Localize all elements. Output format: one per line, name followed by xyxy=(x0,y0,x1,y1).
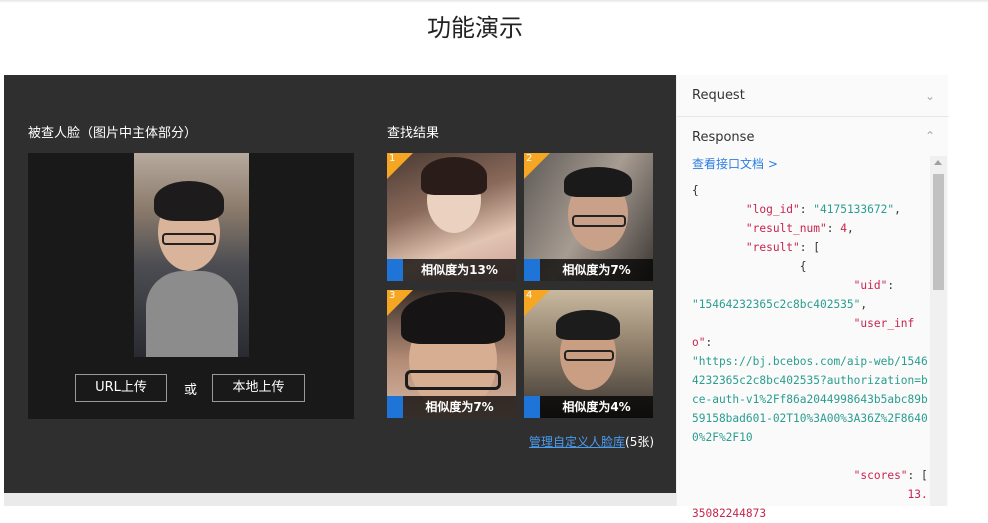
demo-footer xyxy=(4,493,676,506)
response-json: { "log_id": "4175133672", "result_num": … xyxy=(692,184,928,520)
json-key: "result" xyxy=(745,241,800,254)
scroll-up-icon[interactable] xyxy=(934,160,942,165)
similarity-indicator xyxy=(524,259,540,281)
glasses-shape xyxy=(572,215,626,227)
request-accordion[interactable]: Request ⌄ xyxy=(677,75,949,117)
rank-badge: 3 xyxy=(387,290,413,316)
query-photo xyxy=(134,153,249,357)
similarity-bar: 相似度为13% xyxy=(387,259,516,281)
face-count: (5张) xyxy=(625,435,655,449)
manage-face-library: 管理自定义人脸库(5张) xyxy=(529,433,654,450)
response-scrollbar[interactable] xyxy=(930,156,947,506)
json-key: "uid" xyxy=(853,279,888,292)
json-value: "https://bj.bcebos.com/aip-web/154642323… xyxy=(692,355,928,444)
json-value: "15464232365c2c8bc402535" xyxy=(692,298,861,311)
glasses-shape xyxy=(162,233,216,245)
manage-face-library-link[interactable]: 管理自定义人脸库 xyxy=(529,435,625,449)
rank-number: 3 xyxy=(389,290,396,301)
rank-number: 1 xyxy=(389,153,396,164)
local-upload-button[interactable]: 本地上传 xyxy=(212,374,305,402)
hair-shape xyxy=(421,157,487,195)
response-label: Response xyxy=(692,130,755,145)
json-value: "4175133672" xyxy=(813,203,895,216)
api-panel: Request ⌄ Response ⌃ 查看接口文档 > { "log_id"… xyxy=(676,75,949,520)
request-label: Request xyxy=(692,88,745,103)
glasses-shape xyxy=(564,350,614,361)
json-key: "result_num" xyxy=(745,222,827,235)
glasses-shape xyxy=(405,370,501,390)
similarity-bar: 相似度为4% xyxy=(524,396,653,418)
similarity-indicator xyxy=(524,396,540,418)
top-border xyxy=(0,0,988,3)
json-text: { xyxy=(799,260,807,273)
rank-badge: 1 xyxy=(387,153,413,179)
hair-shape xyxy=(556,310,620,340)
result-card[interactable]: 3 相似度为7% xyxy=(387,290,516,418)
rank-badge: 4 xyxy=(524,290,550,316)
page-title: 功能演示 xyxy=(427,14,523,42)
chevron-down-icon: ⌄ xyxy=(924,89,935,103)
hair-shape xyxy=(154,181,224,221)
rank-number: 4 xyxy=(526,290,533,301)
demo-area: 被查人脸（图片中主体部分） 查找结果 URL上传 或 本地上传 1 相似度为13… xyxy=(4,75,676,493)
result-card[interactable]: 1 相似度为13% xyxy=(387,153,516,281)
sweater-shape xyxy=(146,271,238,357)
similarity-text: 相似度为7% xyxy=(562,263,631,277)
result-card[interactable]: 4 相似度为4% xyxy=(524,290,653,418)
rank-number: 2 xyxy=(526,153,533,164)
query-label: 被查人脸（图片中主体部分） xyxy=(28,126,198,141)
result-card[interactable]: 2 相似度为7% xyxy=(524,153,653,281)
chevron-up-icon: ⌃ xyxy=(924,129,935,143)
result-label: 查找结果 xyxy=(387,126,440,141)
or-text: 或 xyxy=(184,383,198,398)
response-accordion[interactable]: Response ⌃ xyxy=(677,117,949,159)
similarity-indicator xyxy=(387,396,403,418)
similarity-text: 相似度为13% xyxy=(421,263,498,277)
similarity-text: 相似度为7% xyxy=(425,400,494,414)
similarity-bar: 相似度为7% xyxy=(524,259,653,281)
json-value: 4 xyxy=(840,222,847,235)
similarity-indicator xyxy=(387,259,403,281)
json-key: "scores" xyxy=(853,469,908,482)
url-upload-button[interactable]: URL上传 xyxy=(75,374,167,402)
rank-badge: 2 xyxy=(524,153,550,179)
hair-shape xyxy=(401,292,505,344)
hair-shape xyxy=(564,167,632,197)
json-text: { xyxy=(692,184,699,197)
query-image-box: URL上传 或 本地上传 xyxy=(28,153,354,419)
similarity-text: 相似度为4% xyxy=(562,400,631,414)
scrollbar-thumb[interactable] xyxy=(933,174,944,290)
similarity-bar: 相似度为7% xyxy=(387,396,516,418)
api-doc-link[interactable]: 查看接口文档 > xyxy=(692,155,778,172)
json-key: "log_id" xyxy=(745,203,800,216)
